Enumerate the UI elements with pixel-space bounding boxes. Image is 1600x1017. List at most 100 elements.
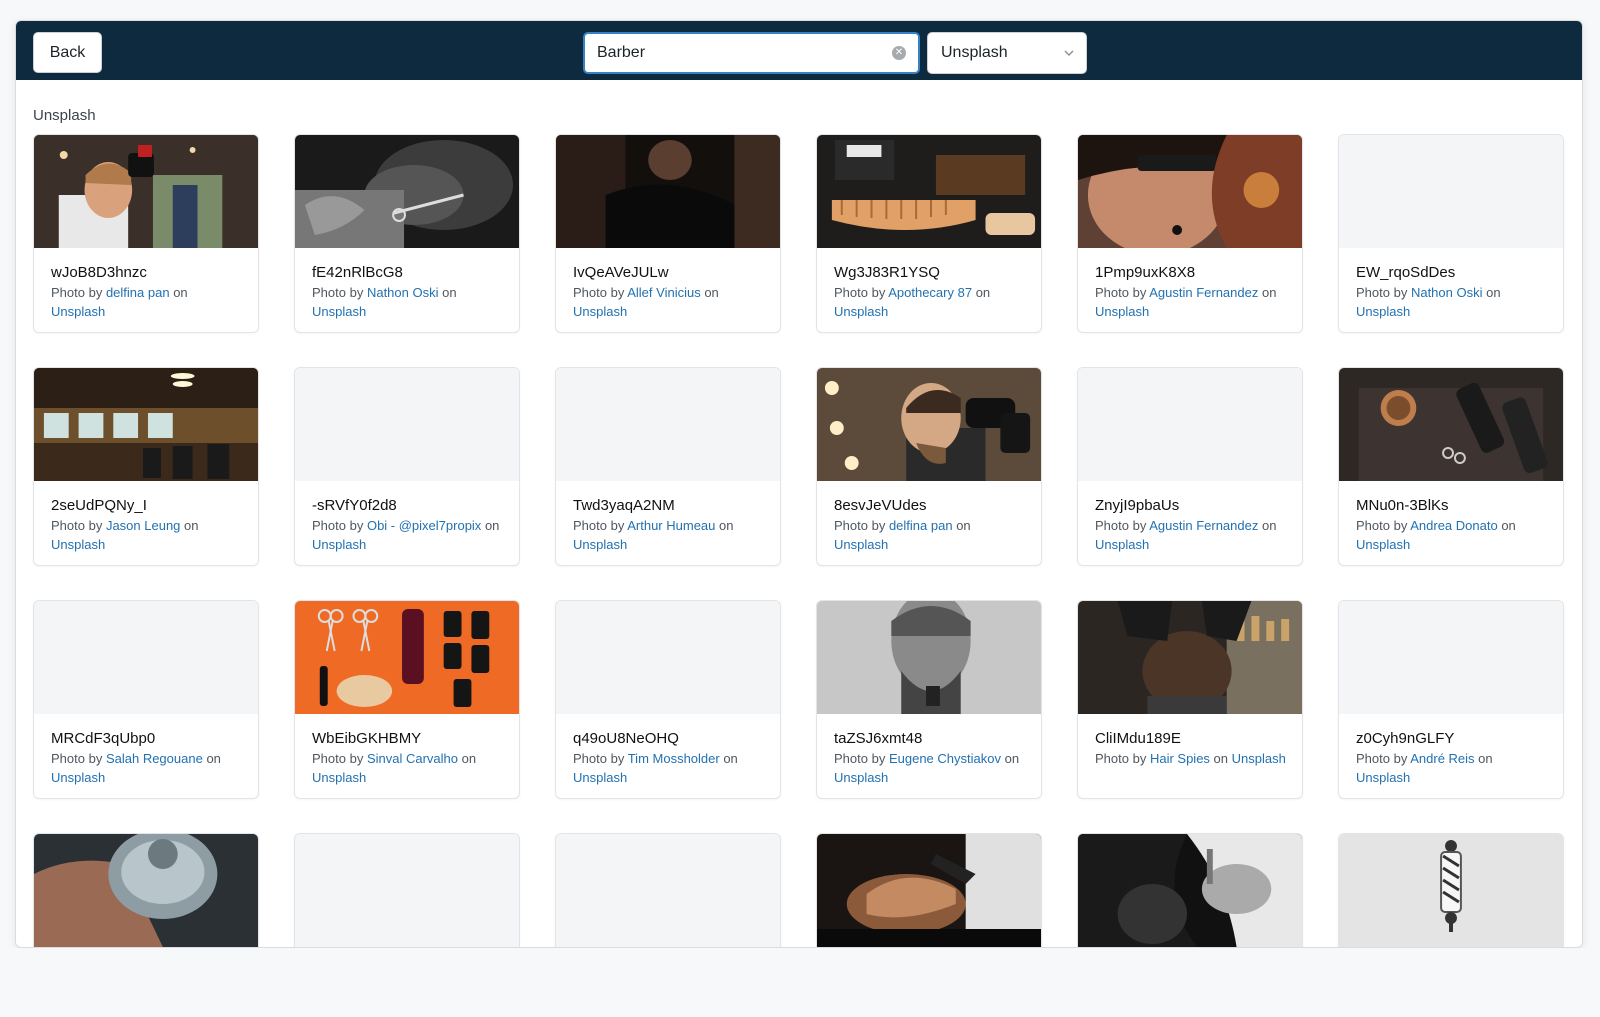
photo-source-link[interactable]: Unsplash [51, 537, 105, 552]
photo-source-link[interactable]: Unsplash [312, 537, 366, 552]
photo-thumbnail[interactable] [295, 601, 519, 714]
photo-source-link[interactable]: Unsplash [1095, 537, 1149, 552]
clear-search-icon[interactable]: ✕ [892, 46, 906, 60]
photo-source-link[interactable]: Unsplash [834, 770, 888, 785]
photo-source-link[interactable]: Unsplash [573, 770, 627, 785]
photo-thumbnail[interactable] [295, 368, 519, 481]
photo-card[interactable]: 2seUdPQNy_I Photo by Jason Leung on Unspl… [33, 367, 259, 566]
photo-author-link[interactable]: Nathon Oski [1411, 285, 1483, 300]
photo-thumbnail[interactable] [817, 601, 1041, 714]
photo-card[interactable]: IvQeAVeJULw Photo by Allef Vinicius on Un… [555, 134, 781, 333]
photo-card[interactable] [1338, 833, 1564, 947]
photo-thumbnail[interactable] [817, 368, 1041, 481]
photo-card[interactable] [555, 833, 781, 947]
photo-thumbnail[interactable] [556, 834, 780, 947]
photo-card[interactable]: Wg3J83R1YSQ Photo by Apothecary 87 on Uns… [816, 134, 1042, 333]
photo-card[interactable]: q49oU8NeOHQ Photo by Tim Mossholder on Un… [555, 600, 781, 799]
search-box[interactable]: ✕ [583, 32, 920, 74]
photo-source-link[interactable]: Unsplash [1356, 537, 1410, 552]
photo-source-link[interactable]: Unsplash [1095, 304, 1149, 319]
photo-card[interactable] [33, 833, 259, 947]
photo-card[interactable]: 8esvJeVUdes Photo by delfina pan on Unspl… [816, 367, 1042, 566]
photo-card[interactable] [294, 833, 520, 947]
photo-thumbnail[interactable] [556, 601, 780, 714]
photo-card[interactable]: wJoB8D3hnzc Photo by delfina pan on Unspl… [33, 134, 259, 333]
photo-thumbnail[interactable] [1078, 135, 1302, 248]
photo-source-link[interactable]: Unsplash [312, 304, 366, 319]
photo-credit: Photo by Andrea Donato on Unsplash [1356, 516, 1547, 554]
photo-thumbnail[interactable] [817, 834, 1041, 947]
top-bar: Back ✕ Unsplash [16, 21, 1582, 80]
photo-author-link[interactable]: Agustin Fernandez [1149, 285, 1258, 300]
photo-author-link[interactable]: Sinval Carvalho [367, 751, 458, 766]
photo-credit: Photo by Agustin Fernandez on Unsplash [1095, 516, 1286, 554]
photo-author-link[interactable]: Arthur Humeau [627, 518, 715, 533]
credit-on: on [206, 751, 221, 766]
photo-thumbnail[interactable] [1078, 601, 1302, 714]
photo-thumbnail[interactable] [1078, 834, 1302, 947]
photo-thumbnail[interactable] [1339, 368, 1563, 481]
photo-author-link[interactable]: Andrea Donato [1410, 518, 1497, 533]
photo-author-link[interactable]: Hair Spies [1150, 751, 1210, 766]
photo-source-link[interactable]: Unsplash [312, 770, 366, 785]
photo-thumbnail[interactable] [295, 834, 519, 947]
photo-author-link[interactable]: André Reis [1410, 751, 1474, 766]
photo-author-link[interactable]: Allef Vinicius [627, 285, 700, 300]
photo-credit: Photo by Nathon Oski on Unsplash [1356, 283, 1547, 321]
search-input[interactable] [597, 38, 892, 68]
photo-credit: Photo by Allef Vinicius on Unsplash [573, 283, 764, 321]
source-select[interactable]: Unsplash [927, 32, 1087, 74]
photo-author-link[interactable]: delfina pan [106, 285, 170, 300]
photo-author-link[interactable]: Eugene Chystiakov [889, 751, 1001, 766]
photo-id: MRCdF3qUbp0 [51, 730, 156, 747]
photo-thumbnail[interactable] [34, 601, 258, 714]
photo-card[interactable]: CliIMdu189E Photo by Hair Spies on Unspla… [1077, 600, 1303, 799]
photo-thumbnail[interactable] [817, 135, 1041, 248]
photo-credit: Photo by Sinval Carvalho on Unsplash [312, 749, 503, 787]
photo-card[interactable] [1077, 833, 1303, 947]
photo-card[interactable]: MRCdF3qUbp0 Photo by Salah Regouane on Un… [33, 600, 259, 799]
photo-card[interactable]: z0Cyh9nGLFY Photo by André Reis on Unspla… [1338, 600, 1564, 799]
photo-card[interactable]: -sRVfY0f2d8 Photo by Obi - @pixel7propix … [294, 367, 520, 566]
photo-thumbnail[interactable] [1078, 368, 1302, 481]
photo-card[interactable]: taZSJ6xmt48 Photo by Eugene Chystiakov on… [816, 600, 1042, 799]
photo-card[interactable]: Twd3yaqA2NM Photo by Arthur Humeau on Uns… [555, 367, 781, 566]
photo-author-link[interactable]: delfina pan [889, 518, 953, 533]
photo-source-link[interactable]: Unsplash [1356, 770, 1410, 785]
photo-thumbnail[interactable] [1339, 834, 1563, 947]
back-button[interactable]: Back [33, 32, 102, 73]
photo-source-link[interactable]: Unsplash [573, 304, 627, 319]
photo-source-link[interactable]: Unsplash [51, 304, 105, 319]
photo-source-link[interactable]: Unsplash [573, 537, 627, 552]
photo-thumbnail[interactable] [556, 135, 780, 248]
credit-on: on [1261, 518, 1277, 533]
photo-source-link[interactable]: Unsplash [834, 537, 888, 552]
photo-id: WbEibGKHBMY [312, 730, 422, 747]
photo-author-link[interactable]: Agustin Fernandez [1149, 518, 1258, 533]
photo-thumbnail[interactable] [34, 368, 258, 481]
photo-thumbnail[interactable] [1339, 135, 1563, 248]
photo-author-link[interactable]: Tim Mossholder [628, 751, 720, 766]
photo-thumbnail[interactable] [1339, 601, 1563, 714]
photo-source-link[interactable]: Unsplash [834, 304, 888, 319]
photo-author-link[interactable]: Apothecary 87 [888, 285, 972, 300]
photo-card[interactable] [816, 833, 1042, 947]
photo-thumbnail[interactable] [556, 368, 780, 481]
photo-author-link[interactable]: Obi - @pixel7propix [367, 518, 481, 533]
photo-source-link[interactable]: Unsplash [51, 770, 105, 785]
photo-thumbnail[interactable] [295, 135, 519, 248]
photo-card[interactable]: WbEibGKHBMY Photo by Sinval Carvalho on U… [294, 600, 520, 799]
photo-author-link[interactable]: Salah Regouane [106, 751, 203, 766]
photo-author-link[interactable]: Nathon Oski [367, 285, 439, 300]
photo-thumbnail[interactable] [34, 834, 258, 947]
photo-source-link[interactable]: Unsplash [1356, 304, 1410, 319]
photo-card[interactable]: ZnyjI9pbaUs Photo by Agustin Fernandez on… [1077, 367, 1303, 566]
photo-card[interactable]: MNu0n-3BlKs Photo by Andrea Donato on Uns… [1338, 367, 1564, 566]
photo-card[interactable]: fE42nRlBcG8 Photo by Nathon Oski on Unspl… [294, 134, 520, 333]
photo-card[interactable]: EW_rqoSdDes Photo by Nathon Oski on Unspl… [1338, 134, 1564, 333]
photo-author-link[interactable]: Jason Leung [106, 518, 180, 533]
photo-thumbnail[interactable] [34, 135, 258, 248]
photo-source-link[interactable]: Unsplash [1232, 751, 1286, 766]
photo-card[interactable]: 1Pmp9uxK8X8 Photo by Agustin Fernandez on… [1077, 134, 1303, 333]
credit-on: on [461, 751, 477, 766]
